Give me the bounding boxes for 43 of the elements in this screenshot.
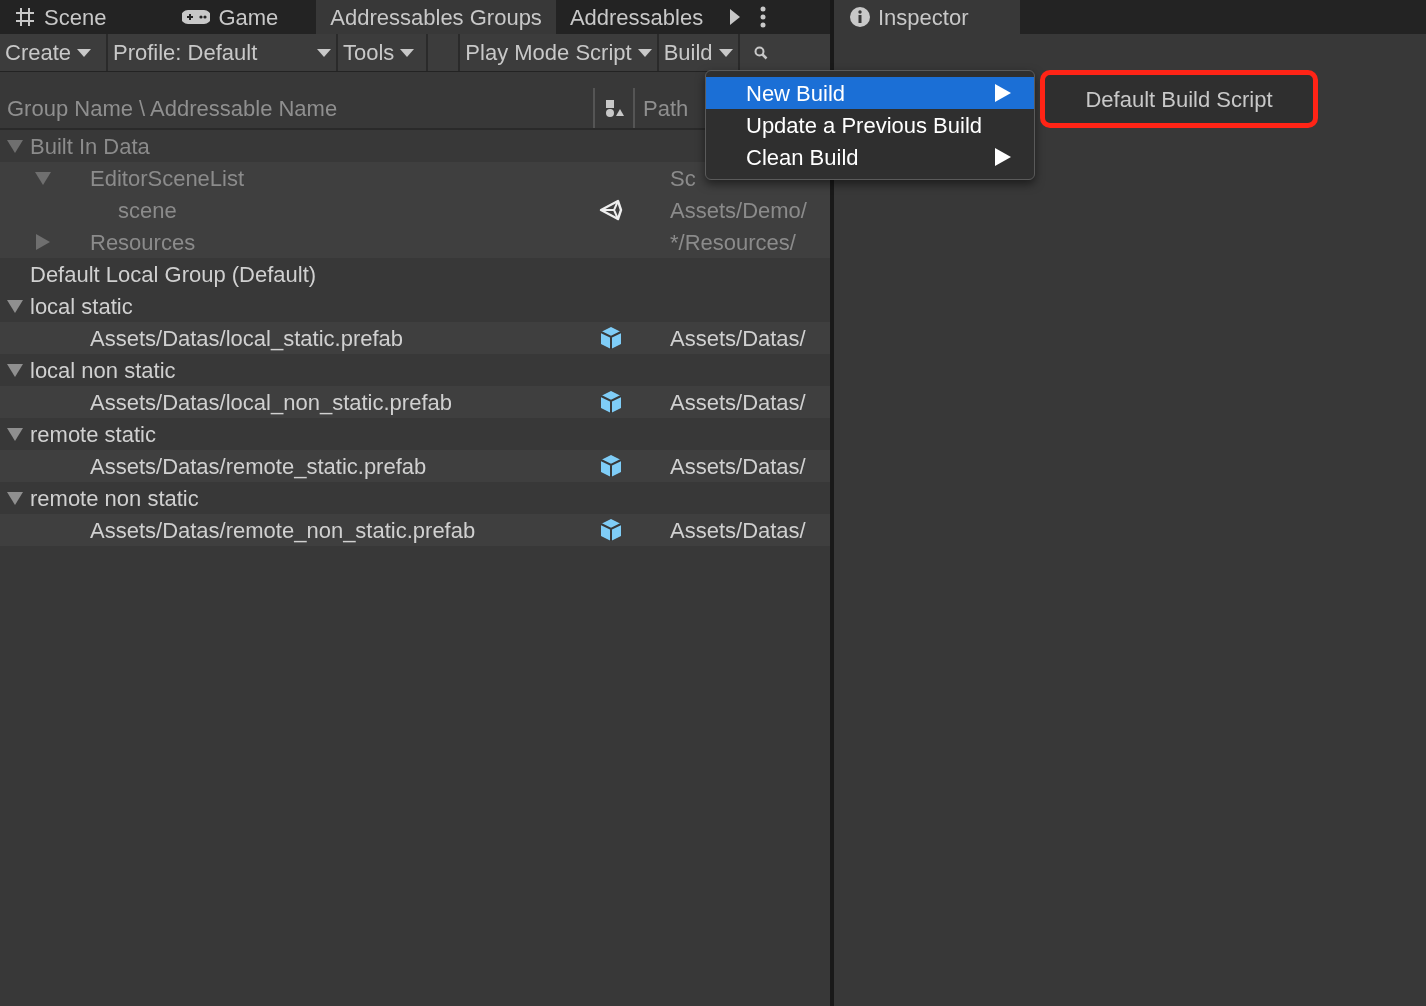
tree-item[interactable]: Assets/Datas/local_non_static.prefab <box>90 385 452 419</box>
asset-type-icon <box>604 98 624 118</box>
tree-item[interactable]: Assets/Datas/local_static.prefab <box>90 321 404 355</box>
cube-icon <box>599 518 623 542</box>
panel-tab[interactable]: Inspector <box>834 0 1020 34</box>
expanded-arrow-icon[interactable] <box>6 490 24 506</box>
column-header[interactable]: Group Name \ Addressable Name <box>0 88 595 128</box>
grid-icon <box>14 6 36 28</box>
tree-item[interactable]: Assets/Datas/remote_static.prefab <box>90 449 427 483</box>
panel-tab[interactable]: Scene <box>0 0 157 34</box>
tree-item[interactable]: Assets/Datas/remote_non_static.prefab <box>90 513 476 547</box>
tree-item[interactable]: local static <box>30 289 133 323</box>
expanded-arrow-icon[interactable] <box>6 426 24 442</box>
path-text: Assets/Datas/ <box>670 324 806 353</box>
menu-item[interactable]: Update a Previous Build <box>706 109 1034 141</box>
panel-tab[interactable]: Addressables Groups <box>316 0 556 34</box>
more-icon[interactable] <box>759 5 768 29</box>
cube-icon <box>599 390 623 414</box>
unity-logo-icon <box>599 199 623 221</box>
path-text: Assets/Datas/ <box>670 388 806 417</box>
toolbar-dropdown[interactable]: Play Mode Script <box>458 34 659 71</box>
path-text: Assets/Datas/ <box>670 516 806 545</box>
path-text: Assets/Datas/ <box>670 452 806 481</box>
path-text: Assets/Demo/ <box>670 196 807 225</box>
column-header[interactable]: Path <box>635 88 689 128</box>
info-icon <box>850 7 870 27</box>
tree-item[interactable]: local non static <box>30 353 176 387</box>
path-text: */Resources/ <box>670 228 796 257</box>
expanded-arrow-icon[interactable] <box>6 362 24 378</box>
menu-item[interactable]: Clean Build <box>706 141 1034 173</box>
cube-icon <box>599 326 623 350</box>
submenu-item[interactable]: Default Build Script <box>1040 70 1318 128</box>
panel-tab[interactable]: Game <box>156 0 317 34</box>
tree-item[interactable]: remote static <box>30 417 156 451</box>
gamepad-icon <box>182 8 211 26</box>
path-text: Sc <box>670 164 696 193</box>
panel-tab[interactable]: Addressables <box>555 0 718 34</box>
tree-item[interactable]: remote non static <box>30 481 199 515</box>
tree-item[interactable]: Default Local Group (Default) <box>30 257 317 291</box>
expanded-arrow-icon[interactable] <box>6 298 24 314</box>
cube-icon <box>599 454 623 478</box>
menu-item[interactable]: New Build <box>706 77 1034 109</box>
search-icon <box>752 44 769 61</box>
